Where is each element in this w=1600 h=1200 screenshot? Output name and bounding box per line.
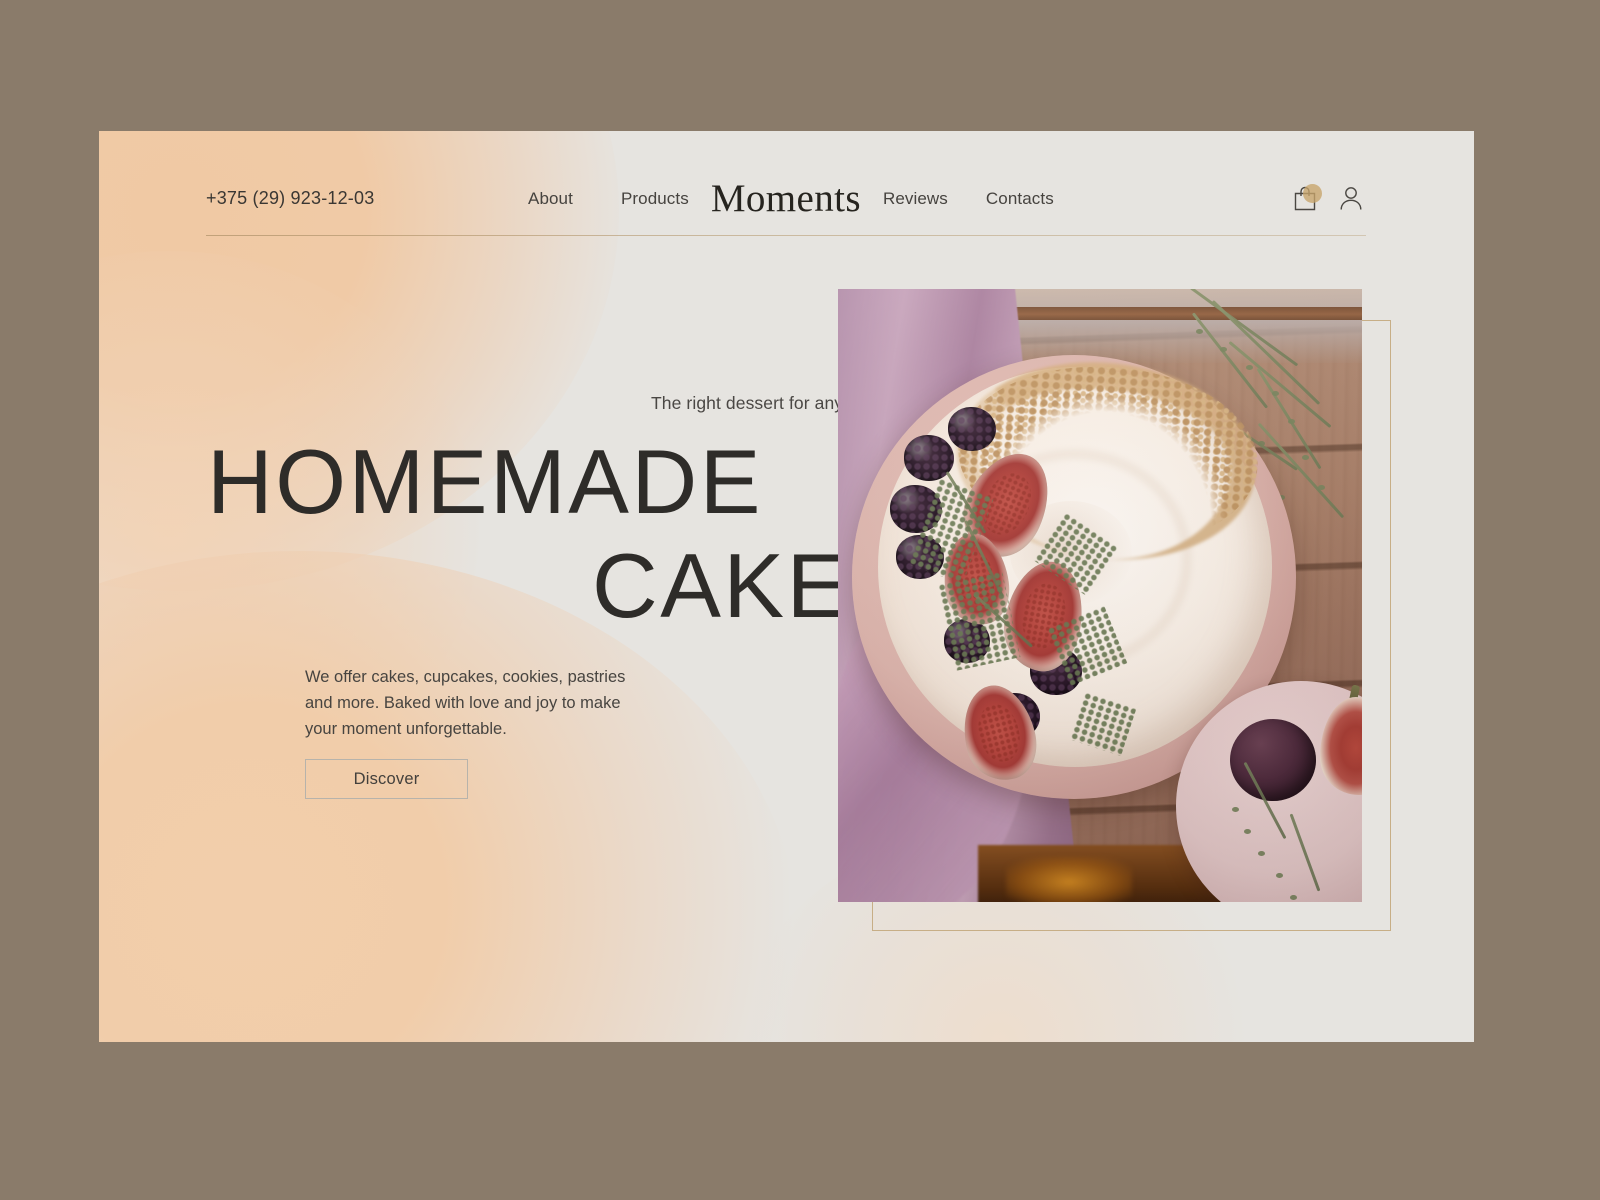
- header-actions: [1292, 161, 1366, 236]
- discover-button[interactable]: Discover: [305, 759, 468, 799]
- hero-image: [838, 289, 1362, 902]
- screenshot-canvas: +375 (29) 923-12-03 About Products Momen…: [0, 0, 1600, 1200]
- main-navigation: About Products Moments Reviews Contacts: [528, 161, 1054, 236]
- nav-item-about[interactable]: About: [528, 189, 573, 209]
- hero-description: We offer cakes, cupcakes, cookies, pastr…: [305, 668, 626, 738]
- shopping-bag-button[interactable]: [1292, 183, 1322, 214]
- phone-number[interactable]: +375 (29) 923-12-03: [206, 188, 374, 209]
- nav-item-products[interactable]: Products: [621, 189, 689, 209]
- user-account-icon: [1340, 186, 1362, 210]
- header-divider: [206, 235, 1366, 236]
- site-header: +375 (29) 923-12-03 About Products Momen…: [206, 161, 1366, 236]
- hero-headline: HOMEMADE CAKES: [199, 431, 913, 639]
- brand-logo[interactable]: Moments: [711, 176, 861, 221]
- cart-badge-icon: [1303, 183, 1322, 203]
- headline-line-2: CAKES: [591, 536, 913, 637]
- hero-tagline: The right dessert for any occasion: [650, 393, 918, 413]
- side-plate-thyme: [1218, 761, 1362, 902]
- amber-glow: [1006, 857, 1132, 902]
- headline-line-1: HOMEMADE: [207, 432, 763, 533]
- landing-page: +375 (29) 923-12-03 About Products Momen…: [99, 131, 1474, 1042]
- nav-item-contacts[interactable]: Contacts: [986, 189, 1054, 209]
- nav-item-reviews[interactable]: Reviews: [883, 189, 948, 209]
- user-account-button[interactable]: [1338, 184, 1366, 214]
